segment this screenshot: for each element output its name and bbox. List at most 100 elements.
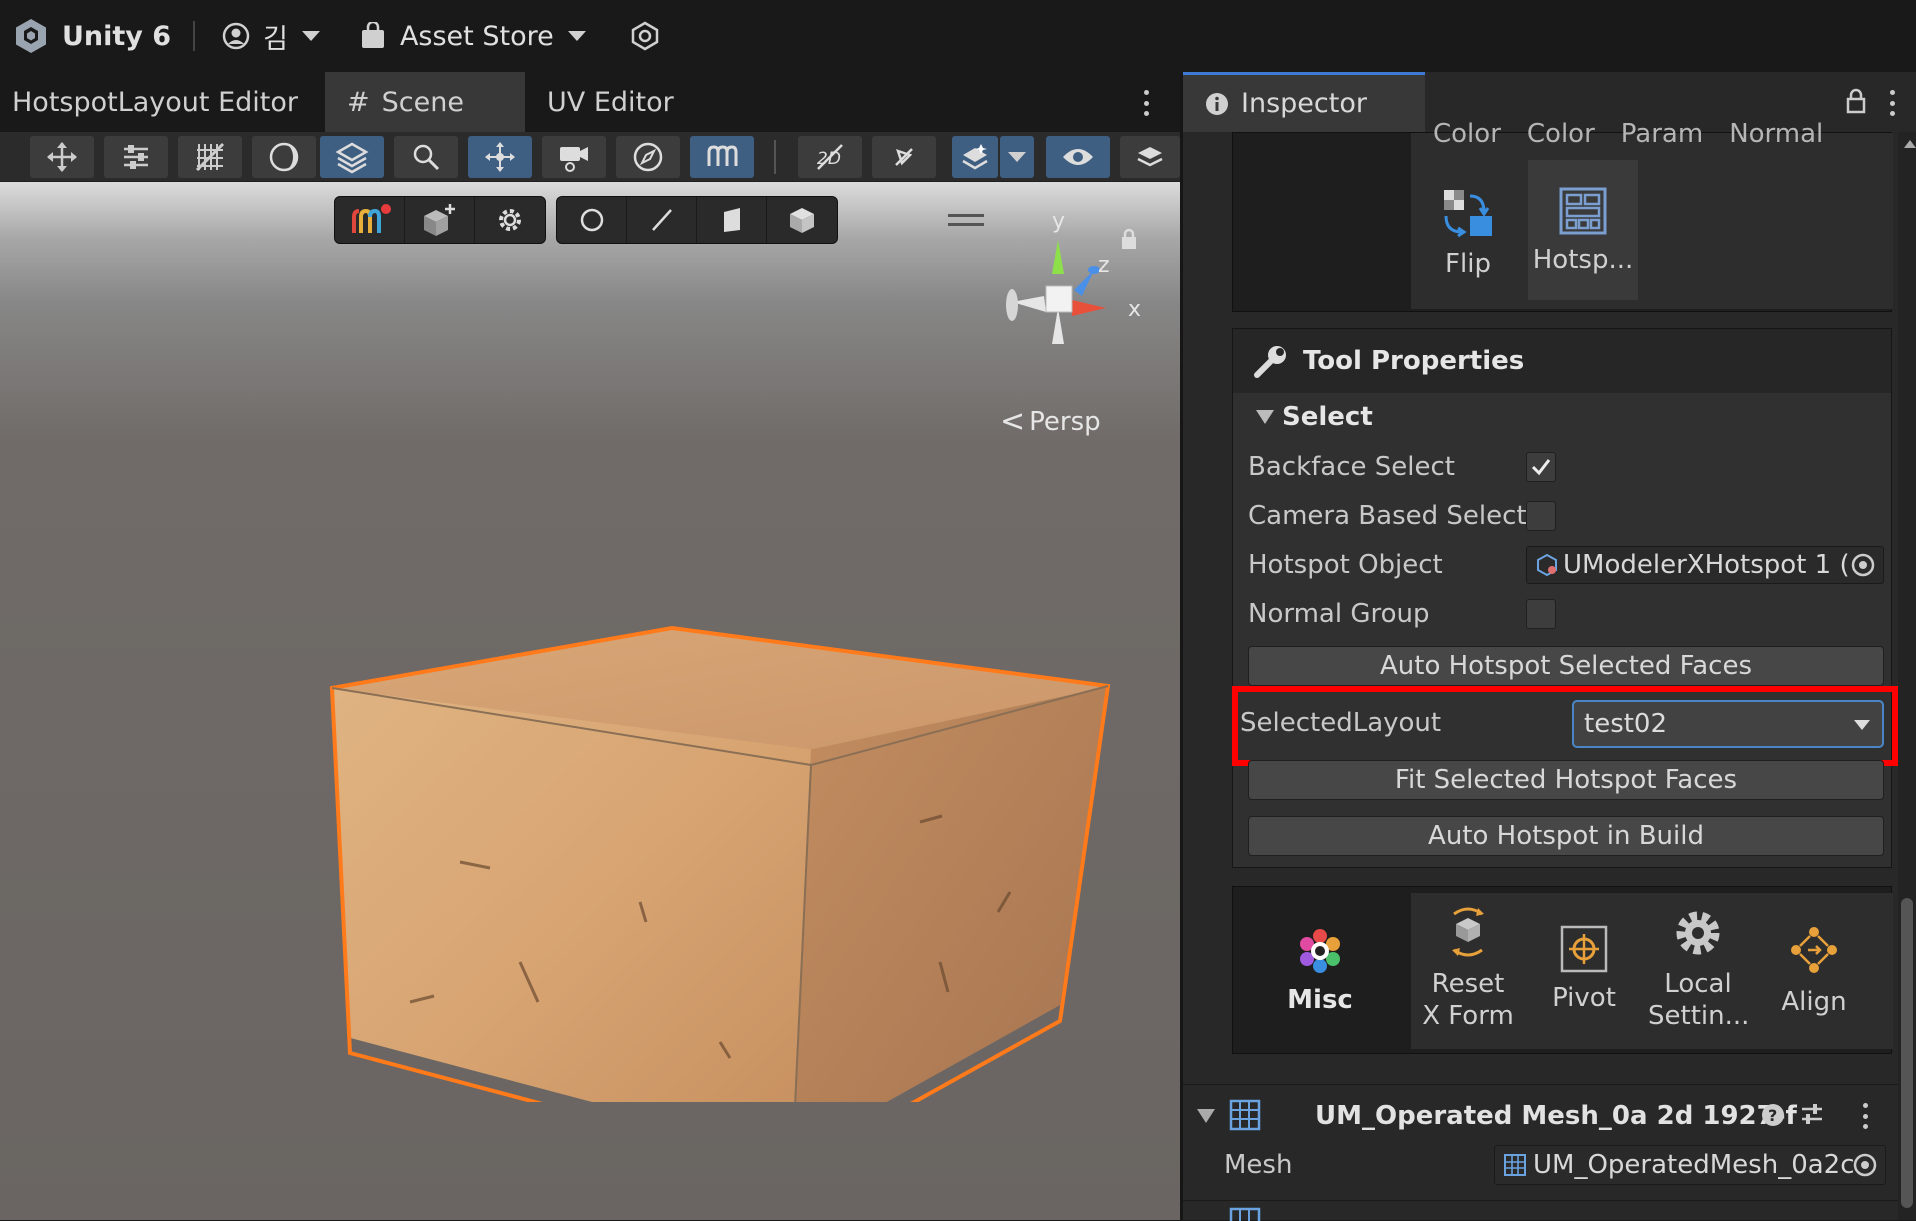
cut-label: Normal — [1729, 119, 1824, 147]
vertex-mode-button[interactable] — [557, 197, 627, 243]
scene-view[interactable]: y z x < Persp — [0, 182, 1180, 1220]
projection-toggle[interactable]: < Persp — [1000, 404, 1101, 439]
grid-snap-icon — [195, 142, 225, 172]
camera-based-select-checkbox[interactable] — [1526, 501, 1556, 531]
backface-select-label: Backface Select — [1248, 452, 1455, 482]
reset-xform-button[interactable]: Reset X Form — [1418, 904, 1518, 1032]
toggle-2d-button[interactable]: 2D — [798, 136, 862, 178]
mesh-value: UM_OperatedMesh_0a2c — [1533, 1150, 1855, 1180]
cut-off-labels: Color Color Param Normal — [1433, 119, 1893, 147]
face-mode-button[interactable] — [697, 197, 767, 243]
help-icon[interactable]: ? — [1761, 1103, 1785, 1127]
mesh-filter-component-header[interactable]: UM_Operated Mesh_0a 2d 1927-f ? — [1183, 1084, 1898, 1144]
auto-hotspot-in-build-button[interactable]: Auto Hotspot in Build — [1248, 816, 1884, 856]
selected-layout-dropdown[interactable]: test02 — [1572, 700, 1884, 748]
light-off-icon — [895, 148, 913, 166]
more-options-icon[interactable] — [1142, 90, 1150, 116]
no-2d-icon: 2D — [817, 144, 843, 170]
umodeler-logo-icon — [707, 145, 738, 166]
object-mode-button[interactable] — [767, 197, 837, 243]
flip-tool-button[interactable]: Flip — [1418, 186, 1518, 280]
auto-hotspot-selected-faces-button[interactable]: Auto Hotspot Selected Faces — [1248, 646, 1884, 686]
sliders-tool-button[interactable] — [104, 136, 168, 178]
cloud-settings-button[interactable] — [630, 21, 660, 51]
search-tool-button[interactable] — [394, 136, 458, 178]
normal-group-label: Normal Group — [1248, 599, 1430, 629]
umodeler-logo-button[interactable] — [335, 197, 405, 243]
search-icon — [413, 144, 440, 171]
editor-tabs: HotspotLayout Editor # Scene UV Editor — [0, 72, 1180, 132]
lock-icon[interactable] — [1120, 228, 1138, 250]
gizmo-compass-button[interactable] — [616, 136, 680, 178]
transform-tool-button[interactable] — [468, 136, 532, 178]
lock-icon[interactable] — [1846, 88, 1866, 114]
scroll-thumb[interactable] — [1901, 898, 1913, 1208]
draw-mode-button[interactable] — [1120, 136, 1180, 178]
tab-scene[interactable]: # Scene — [325, 72, 525, 132]
inspector-scrollbar[interactable] — [1898, 132, 1916, 1220]
mesh-grid-icon — [1229, 1207, 1261, 1221]
face-icon — [723, 208, 740, 232]
checkmark-icon — [1531, 459, 1551, 476]
selected-cube-object[interactable] — [320, 442, 1120, 1102]
add-object-button[interactable] — [405, 197, 475, 243]
more-options-icon[interactable] — [1861, 1103, 1869, 1129]
umodeler-tool-button[interactable] — [690, 136, 754, 178]
cut-label: Color — [1526, 119, 1595, 147]
camera-based-select-label: Camera Based Select — [1248, 501, 1527, 531]
object-picker-icon[interactable] — [1852, 1152, 1878, 1178]
more-options-icon[interactable] — [1888, 90, 1896, 116]
account-menu[interactable]: 김 — [221, 17, 320, 56]
camera-tool-button[interactable] — [542, 136, 606, 178]
overlay-handle[interactable] — [948, 214, 984, 226]
select-section-foldout[interactable]: Select — [1256, 402, 1373, 432]
tab-inspector[interactable]: Inspector — [1183, 72, 1425, 132]
move-tool-button[interactable] — [30, 136, 94, 178]
chevron-down-icon — [567, 31, 586, 41]
settings-button[interactable] — [475, 197, 545, 243]
presets-icon[interactable] — [1799, 1101, 1825, 1127]
effects-layers-icon — [962, 144, 988, 170]
scene-visibility-button[interactable] — [1046, 136, 1110, 178]
scroll-up-icon[interactable] — [1904, 140, 1916, 148]
tab-uv-editor[interactable]: UV Editor — [525, 72, 705, 132]
grid-snap-button[interactable] — [178, 136, 242, 178]
misc-category-button[interactable]: Misc — [1270, 926, 1370, 1016]
hotspot-tool-button[interactable]: Hotsp... — [1528, 186, 1638, 276]
top-bar: Unity 6 김 Asset Store — [0, 0, 1916, 72]
svg-text:z: z — [1098, 253, 1110, 278]
tool-properties-title: Tool Properties — [1303, 346, 1525, 376]
cube-icon — [790, 208, 814, 233]
effects-toggle-button[interactable] — [952, 136, 998, 178]
tab-hotspot-layout-editor[interactable]: HotspotLayout Editor — [0, 72, 325, 132]
account-icon — [222, 22, 250, 50]
next-component-header[interactable] — [1183, 1200, 1898, 1221]
asset-store-menu[interactable]: Asset Store — [360, 21, 586, 52]
move-arrows-icon — [47, 142, 77, 172]
tool-properties-header[interactable]: Tool Properties — [1233, 329, 1891, 393]
component-title: UM_Operated Mesh_0a 2d 1927-f — [1315, 1101, 1797, 1131]
backface-select-checkbox[interactable] — [1526, 452, 1556, 482]
unity-menu[interactable]: Unity 6 — [12, 17, 171, 55]
normal-group-checkbox[interactable] — [1526, 599, 1556, 629]
object-picker-icon[interactable] — [1850, 552, 1876, 578]
chevron-down-icon — [1008, 152, 1026, 162]
hotspot-object-value: UModelerXHotspot 1 ( — [1563, 550, 1850, 580]
pivot-button[interactable]: Pivot — [1534, 924, 1634, 1014]
unity-logo-icon — [16, 19, 46, 53]
shading-mode-button[interactable] — [252, 136, 316, 178]
tool-label-1: Align — [1781, 987, 1847, 1017]
mesh-object-field[interactable]: UM_OperatedMesh_0a2c — [1494, 1145, 1886, 1185]
layers-tool-button[interactable] — [320, 136, 384, 178]
effects-dropdown-button[interactable] — [1000, 136, 1034, 178]
divider — [193, 21, 196, 51]
divider — [774, 140, 776, 174]
edge-mode-button[interactable] — [627, 197, 697, 243]
local-settings-button[interactable]: Local Settin... — [1648, 906, 1749, 1032]
align-button[interactable]: Align — [1764, 922, 1864, 1018]
toggle-lighting-button[interactable] — [872, 136, 936, 178]
fit-selected-hotspot-faces-button[interactable]: Fit Selected Hotspot Faces — [1248, 760, 1884, 800]
add-cube-icon — [423, 204, 455, 236]
transform-icon — [485, 142, 515, 172]
hotspot-object-field[interactable]: UModelerXHotspot 1 ( — [1526, 546, 1884, 584]
